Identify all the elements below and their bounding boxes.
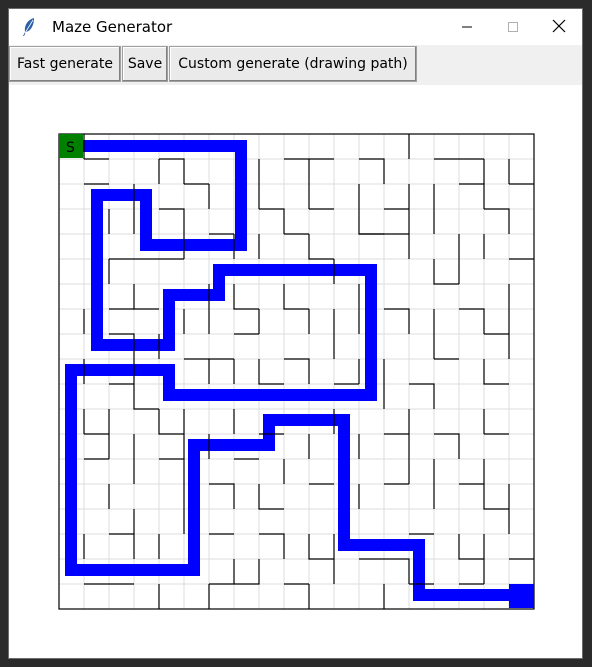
maximize-button[interactable] xyxy=(490,9,536,45)
toolbar: Fast generate Save Custom generate (draw… xyxy=(9,45,582,85)
close-button[interactable] xyxy=(536,9,582,45)
window-title: Maze Generator xyxy=(52,18,173,36)
maze-canvas[interactable]: S xyxy=(9,85,582,658)
custom-generate-button[interactable]: Custom generate (drawing path) xyxy=(169,46,417,82)
save-button[interactable]: Save xyxy=(122,46,168,82)
close-icon xyxy=(552,18,566,37)
window-controls xyxy=(444,9,582,45)
minimize-button[interactable] xyxy=(444,9,490,45)
maze-drawing[interactable]: S xyxy=(9,85,582,658)
fast-generate-button[interactable]: Fast generate xyxy=(9,46,121,82)
end-cell xyxy=(509,584,534,608)
feather-icon xyxy=(21,16,43,38)
app-window: Maze Generator Fast generate Save Custom… xyxy=(8,8,583,659)
maximize-icon xyxy=(507,18,519,37)
minimize-icon xyxy=(461,18,473,37)
solution-path xyxy=(65,140,527,601)
title-bar[interactable]: Maze Generator xyxy=(9,9,582,45)
start-label: S xyxy=(66,140,75,156)
